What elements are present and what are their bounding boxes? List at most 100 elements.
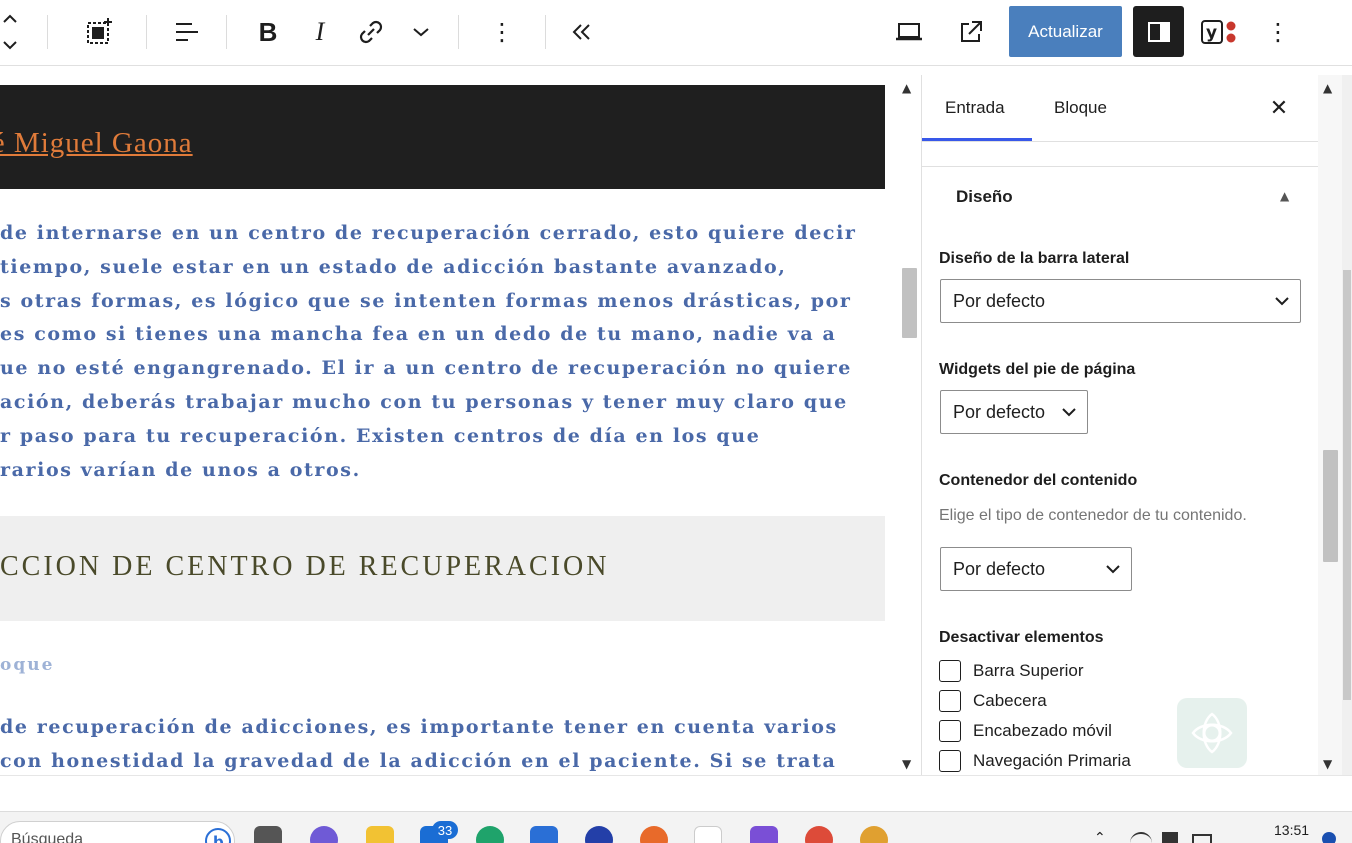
paragraph-line: de internarse en un centro de recuperaci…	[0, 222, 857, 244]
view-post-icon[interactable]	[948, 8, 994, 56]
checkbox-label: Navegación Primaria	[973, 751, 1131, 770]
scroll-down-arrow-icon[interactable]: ▼	[1323, 757, 1332, 771]
yoast-icon[interactable]: y	[1195, 8, 1243, 56]
tray-chevron-icon[interactable]: ⌃	[1094, 830, 1106, 843]
canvas-scrollbar[interactable]: ▲ ▼	[897, 75, 921, 775]
move-updown-icon[interactable]	[0, 8, 24, 56]
select-parent-icon[interactable]	[74, 8, 124, 56]
taskbar-search[interactable]: Búsqueda b	[0, 821, 235, 843]
wifi-icon[interactable]	[1130, 832, 1152, 843]
firefox-icon[interactable]	[640, 826, 668, 843]
svg-text:b: b	[213, 833, 224, 843]
scroll-up-arrow-icon[interactable]: ▲	[1323, 81, 1332, 95]
options-icon[interactable]: ⋮	[1258, 8, 1298, 56]
tab-entrada[interactable]: Entrada	[945, 75, 1005, 141]
checkbox-label: Encabezado móvil	[973, 721, 1112, 740]
link-icon[interactable]	[347, 8, 395, 56]
close-icon[interactable]: ✕	[1266, 93, 1292, 123]
scroll-down-arrow-icon[interactable]: ▼	[902, 757, 911, 771]
sidebar-scrollbar[interactable]: ▲ ▼	[1318, 75, 1342, 775]
bing-icon[interactable]: b	[205, 828, 231, 843]
editor-canvas: osé Miguel Gaona de internarse en un cen…	[0, 75, 895, 775]
panel-title[interactable]: Diseño	[956, 187, 1013, 207]
checkbox[interactable]	[939, 660, 961, 682]
scroll-thumb[interactable]	[902, 268, 917, 338]
content-container-label: Contenedor del contenido	[939, 472, 1138, 489]
clock-time[interactable]: 13:51	[1274, 822, 1309, 838]
editor-footer	[0, 775, 1352, 811]
footer-widgets-select[interactable]: Por defecto	[940, 390, 1088, 434]
paragraph-block[interactable]: de recuperación de adicciones, es import…	[0, 711, 838, 775]
volume-icon[interactable]	[1162, 832, 1178, 843]
snipping-tool-icon[interactable]	[694, 826, 722, 843]
edge-icon[interactable]	[476, 826, 504, 843]
checkbox-label: Cabecera	[973, 691, 1047, 710]
paragraph-line: rarios varían de unos a otros.	[0, 458, 361, 481]
align-icon[interactable]	[162, 8, 212, 56]
toolbar-divider	[545, 15, 546, 49]
paragraph-block[interactable]: de internarse en un centro de recuperaci…	[0, 217, 857, 487]
notification-icon[interactable]	[1322, 832, 1336, 843]
svg-text:y: y	[1206, 23, 1217, 43]
toolbar-divider	[146, 15, 147, 49]
checkbox[interactable]	[939, 690, 961, 712]
divider	[922, 141, 1321, 142]
windows-taskbar: Búsqueda b 33 ⌃ 13:51	[0, 811, 1352, 843]
toolbar-divider	[47, 15, 48, 49]
teams-icon[interactable]	[310, 826, 338, 843]
search-placeholder: Búsqueda	[11, 831, 84, 843]
content-container-help: Elige el tipo de contenedor de tu conten…	[939, 507, 1247, 524]
bold-icon[interactable]: B	[245, 8, 291, 56]
chevron-down-icon	[1062, 408, 1076, 417]
heading-block[interactable]: CCION DE CENTRO DE RECUPERACION	[0, 516, 885, 621]
sidebar-layout-select[interactable]: Por defecto	[940, 279, 1301, 323]
footer-widgets-label: Widgets del pie de página	[939, 361, 1136, 378]
app-icon[interactable]	[750, 826, 778, 843]
chevron-down-icon	[1106, 565, 1120, 574]
author-link[interactable]: osé Miguel Gaona	[0, 127, 193, 160]
battery-icon[interactable]	[1192, 834, 1212, 843]
task-view-icon[interactable]	[254, 826, 282, 843]
checkbox-row[interactable]: Encabezado móvil	[939, 719, 1112, 743]
checkbox-label: Barra Superior	[973, 661, 1084, 680]
settings-panel-icon[interactable]	[1133, 6, 1184, 57]
scroll-thumb[interactable]	[1323, 450, 1338, 562]
checkbox-row[interactable]: Navegación Primaria	[939, 749, 1131, 773]
checkbox[interactable]	[939, 720, 961, 742]
checkbox[interactable]	[939, 750, 961, 772]
content-container-select[interactable]: Por defecto	[940, 547, 1132, 591]
paragraph-line: tiempo, suele estar en un estado de adic…	[0, 255, 787, 278]
editor-toolbar: B I ⋮ Actualizar y ⋮	[0, 0, 1352, 66]
mail-badge: 33	[432, 821, 458, 839]
preview-device-icon[interactable]	[886, 8, 932, 56]
file-explorer-icon[interactable]	[366, 826, 394, 843]
paragraph-line: de recuperación de adicciones, es import…	[0, 716, 838, 738]
update-button[interactable]: Actualizar	[1009, 6, 1122, 57]
scroll-thumb[interactable]	[1343, 270, 1351, 700]
toolbar-divider	[226, 15, 227, 49]
settings-sidebar: Entrada Bloque ✕ Diseño ▲ Diseño de la b…	[921, 75, 1321, 775]
block-label: oque	[0, 655, 55, 675]
chrome-icon[interactable]	[805, 826, 833, 843]
italic-icon[interactable]: I	[297, 8, 343, 56]
more-options-chevron-icon[interactable]	[400, 8, 442, 56]
paragraph-line: ación, deberás trabajar mucho con tu per…	[0, 390, 848, 413]
tab-bloque[interactable]: Bloque	[1054, 75, 1107, 141]
checkbox-row[interactable]: Barra Superior	[939, 659, 1084, 683]
paragraph-line: ue no esté engangrenado. El ir a un cent…	[0, 357, 852, 380]
caret-up-icon[interactable]: ▲	[1280, 189, 1289, 203]
disable-elements-label: Desactivar elementos	[939, 629, 1104, 646]
collapse-icon[interactable]	[560, 8, 604, 56]
window-scrollbar[interactable]	[1342, 75, 1352, 775]
paragraph-line: r paso para tu recuperación. Existen cen…	[0, 424, 761, 447]
toolbar-divider	[458, 15, 459, 49]
paragraph-line: con honestidad la gravedad de la adicció…	[0, 749, 837, 772]
block-options-icon[interactable]: ⋮	[480, 8, 524, 56]
app-icon[interactable]	[585, 826, 613, 843]
store-icon[interactable]	[530, 826, 558, 843]
chrome-profile-icon[interactable]	[860, 826, 888, 843]
checkbox-row[interactable]: Cabecera	[939, 689, 1047, 713]
overlay-logo-icon	[1177, 698, 1247, 768]
scroll-up-arrow-icon[interactable]: ▲	[902, 81, 911, 95]
divider	[922, 166, 1321, 167]
